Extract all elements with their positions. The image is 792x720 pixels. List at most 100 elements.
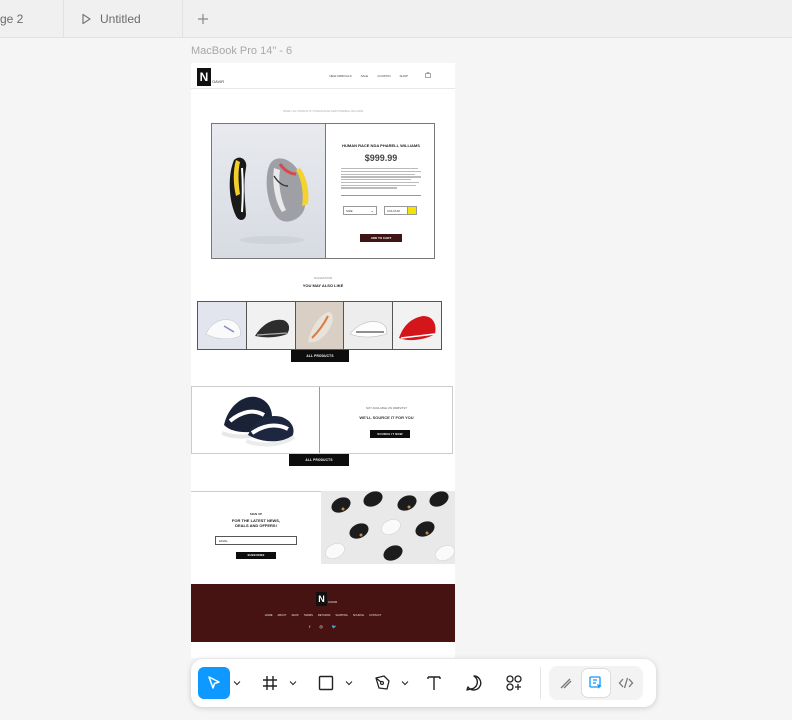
draw-icon bbox=[560, 678, 572, 689]
frame-tool-button[interactable] bbox=[254, 667, 286, 699]
footer-link[interactable]: SHIPPING bbox=[335, 614, 347, 617]
nav-link[interactable]: COUPON bbox=[377, 74, 390, 78]
chevron-down-icon[interactable] bbox=[230, 680, 244, 686]
comment-icon bbox=[466, 675, 482, 691]
nav-link[interactable]: NEW ARRIVALS bbox=[329, 74, 351, 78]
source-text: NOT AVAILABLE ON WEBSITE? WE'LL SOURCE I… bbox=[321, 387, 452, 453]
signup-title: FOR THE LATEST NEWS, DEALS AND OFFERS! bbox=[191, 518, 321, 528]
mode-switcher bbox=[549, 666, 643, 700]
site-header: N OAVIR NEW ARRIVALS SALE COUPON SHOP bbox=[191, 63, 455, 89]
footer-link[interactable]: SOURCE bbox=[353, 614, 364, 617]
size-label: SIZE bbox=[346, 209, 353, 213]
signup-title-line: DEALS AND OFFERS! bbox=[235, 523, 277, 528]
toolbar-divider bbox=[540, 667, 541, 699]
text-tool-button[interactable] bbox=[418, 667, 450, 699]
pen-icon bbox=[375, 675, 390, 690]
suggestions-title: YOU MAY ALSO LIKE bbox=[302, 283, 344, 288]
footer-logo: N OAVIR bbox=[316, 592, 337, 606]
plus-icon bbox=[198, 13, 208, 24]
suggestion-thumb[interactable] bbox=[246, 302, 296, 349]
suggestion-thumb[interactable] bbox=[344, 302, 394, 349]
actions-icon bbox=[506, 675, 522, 691]
new-tab-button[interactable] bbox=[183, 0, 223, 37]
colour-swatch[interactable] bbox=[407, 206, 417, 215]
source-it-now-button[interactable]: SOURCE IT NOW bbox=[370, 430, 410, 438]
site-nav-links: NEW ARRIVALS SALE COUPON SHOP bbox=[329, 74, 431, 78]
logo-word: OAVIR bbox=[328, 600, 338, 604]
subscribe-button[interactable]: SUBSCRIBE bbox=[236, 552, 276, 559]
chevron-down-icon[interactable] bbox=[286, 680, 300, 686]
cursor-icon bbox=[208, 676, 220, 689]
source-title: WE'LL SOURCE IT FOR YOU bbox=[359, 415, 414, 420]
site-logo: N OAVIR bbox=[197, 68, 224, 86]
logo-word: OAVIR bbox=[212, 79, 225, 84]
instagram-icon[interactable]: ◎ bbox=[319, 624, 323, 629]
divider bbox=[341, 195, 421, 196]
chevron-down-icon: ⌄ bbox=[370, 208, 374, 213]
breadcrumb: HOME / ALL PRODUCTS / HUMAN RACE NMD PHA… bbox=[282, 110, 364, 113]
dev-mode-button[interactable] bbox=[612, 669, 640, 697]
footer-link[interactable]: TERMS bbox=[304, 614, 313, 617]
footer-link[interactable]: ABOUT bbox=[278, 614, 287, 617]
product-description bbox=[341, 168, 421, 190]
text-icon bbox=[427, 676, 441, 690]
product-card: HUMAN RACE NDA PHARELL WILLIAMS $999.99 … bbox=[211, 123, 435, 259]
code-icon bbox=[618, 677, 634, 689]
chevron-down-icon[interactable] bbox=[342, 680, 356, 686]
size-select[interactable]: SIZE ⌄ bbox=[343, 206, 377, 215]
tab-page-2[interactable]: ge 2 bbox=[0, 0, 64, 37]
pen-tool-button[interactable] bbox=[366, 667, 398, 699]
signup-kicker: SIGN UP bbox=[249, 512, 263, 516]
rectangle-tool-button[interactable] bbox=[310, 667, 342, 699]
nav-link[interactable]: SALE bbox=[361, 74, 369, 78]
footer-link[interactable]: RETURNS bbox=[318, 614, 331, 617]
tab-untitled[interactable]: Untitled bbox=[64, 0, 183, 37]
rectangle-icon bbox=[318, 675, 334, 691]
frame-icon bbox=[263, 676, 277, 690]
footer-link[interactable]: CONTACT bbox=[369, 614, 381, 617]
play-icon bbox=[80, 13, 92, 25]
product-price: $999.99 bbox=[364, 153, 398, 163]
email-field[interactable]: EMAIL bbox=[215, 536, 297, 545]
chevron-down-icon[interactable] bbox=[398, 680, 412, 686]
suggestions-kicker: SUGGESTIONS bbox=[313, 277, 333, 280]
product-title: HUMAN RACE NDA PHARELL WILLIAMS bbox=[342, 143, 420, 148]
tab-bar: ge 2 Untitled bbox=[0, 0, 792, 38]
frame-label[interactable]: MacBook Pro 14" - 6 bbox=[191, 45, 292, 57]
design-icon bbox=[589, 676, 602, 689]
design-mode-button[interactable] bbox=[582, 669, 610, 697]
suggestion-thumb[interactable] bbox=[295, 302, 345, 349]
site-footer: N OAVIR HOME ABOUT SHOP TERMS RETURNS SH… bbox=[191, 584, 455, 642]
comment-tool-button[interactable] bbox=[458, 667, 490, 699]
facebook-icon[interactable]: f bbox=[309, 624, 310, 629]
design-frame[interactable]: N OAVIR NEW ARRIVALS SALE COUPON SHOP HO… bbox=[191, 63, 455, 658]
suggestion-thumb[interactable] bbox=[393, 302, 441, 349]
add-to-cart-button[interactable]: ADD TO CART bbox=[360, 234, 402, 242]
product-image bbox=[212, 124, 326, 258]
colour-label: COLOUR bbox=[387, 209, 400, 213]
footer-social: f ◎ 🐦 bbox=[191, 624, 455, 629]
signup-image bbox=[321, 491, 455, 564]
logo-letter: N bbox=[197, 68, 211, 86]
nav-link[interactable]: SHOP bbox=[399, 74, 408, 78]
footer-link[interactable]: HOME bbox=[265, 614, 273, 617]
tab-label: Untitled bbox=[100, 11, 141, 26]
move-tool-button[interactable] bbox=[198, 667, 230, 699]
all-products-button-2[interactable]: ALL PRODUCTS bbox=[289, 454, 349, 466]
signup-section: SIGN UP FOR THE LATEST NEWS, DEALS AND O… bbox=[191, 491, 455, 564]
footer-link[interactable]: SHOP bbox=[291, 614, 298, 617]
source-section: NOT AVAILABLE ON WEBSITE? WE'LL SOURCE I… bbox=[191, 386, 453, 454]
cart-icon[interactable] bbox=[425, 72, 431, 78]
footer-links: HOME ABOUT SHOP TERMS RETURNS SHIPPING S… bbox=[191, 614, 455, 617]
draw-mode-button[interactable] bbox=[552, 669, 580, 697]
source-image bbox=[192, 387, 320, 453]
tab-label: ge 2 bbox=[0, 11, 24, 26]
suggestion-thumb[interactable] bbox=[198, 302, 247, 349]
signup-form: SIGN UP FOR THE LATEST NEWS, DEALS AND O… bbox=[191, 491, 321, 564]
all-products-button[interactable]: ALL PRODUCTS bbox=[291, 350, 349, 362]
product-info: HUMAN RACE NDA PHARELL WILLIAMS $999.99 … bbox=[327, 124, 435, 258]
actions-tool-button[interactable] bbox=[498, 667, 530, 699]
source-kicker: NOT AVAILABLE ON WEBSITE? bbox=[365, 406, 408, 410]
logo-letter: N bbox=[316, 592, 327, 606]
twitter-icon[interactable]: 🐦 bbox=[332, 624, 337, 629]
